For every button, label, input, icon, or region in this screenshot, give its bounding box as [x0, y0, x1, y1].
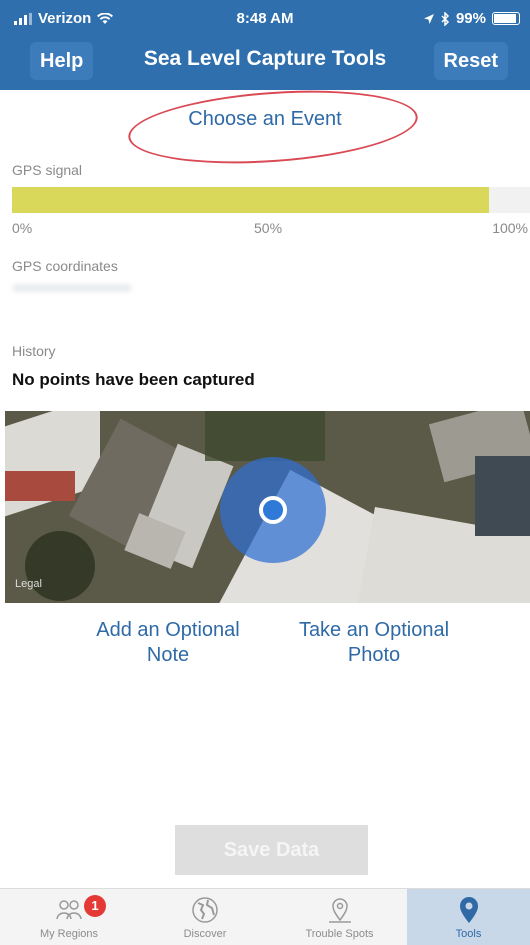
map-roof — [475, 456, 530, 536]
add-note-line2: Note — [146, 644, 190, 666]
tab-label: Trouble Spots — [305, 928, 374, 940]
globe-icon — [192, 897, 218, 923]
gps-scale-min: 0% — [12, 220, 33, 236]
map-pin-icon — [328, 898, 351, 923]
battery-percent: 99% — [455, 10, 486, 27]
gps-scale-mid: 50% — [254, 220, 283, 236]
tab-label: Tools — [455, 928, 482, 940]
take-photo-button[interactable]: Take an Optional Photo — [284, 618, 464, 668]
tab-label: Discover — [183, 928, 227, 940]
current-location-dot — [259, 496, 287, 524]
add-note-button[interactable]: Add an Optional Note — [78, 618, 258, 668]
history-text: No points have been captured — [12, 370, 255, 389]
tab-trouble-spots[interactable]: Trouble Spots — [272, 889, 407, 945]
add-note-line1: Add an Optional — [96, 619, 240, 641]
header: Verizon 8:48 AM 99% Help Sea Level Captu… — [0, 0, 530, 90]
notification-badge: 1 — [84, 895, 106, 917]
tab-tools[interactable]: Tools — [407, 889, 530, 945]
status-right: 99% — [423, 10, 520, 27]
save-data-button[interactable]: Save Data — [175, 825, 368, 875]
location-arrow-icon — [423, 13, 434, 24]
status-bar: Verizon 8:48 AM 99% — [0, 0, 530, 36]
map-roof — [5, 471, 75, 501]
gps-signal-bar — [12, 187, 530, 213]
battery-icon — [492, 12, 520, 25]
gps-coordinates-label: GPS coordinates — [12, 258, 118, 274]
map-trees — [205, 411, 325, 461]
gps-signal-fill — [12, 187, 489, 213]
gps-scale-max: 100% — [492, 220, 528, 236]
take-photo-line2: Photo — [347, 644, 401, 666]
tab-bar: 1 My Regions Discover Trouble Spots Tool… — [0, 888, 530, 945]
tab-label: My Regions — [39, 928, 99, 940]
tab-discover[interactable]: Discover — [138, 889, 272, 945]
bluetooth-icon — [441, 11, 450, 26]
take-photo-line1: Take an Optional — [298, 619, 450, 641]
reset-button[interactable]: Reset — [433, 42, 508, 80]
gps-signal-label: GPS signal — [12, 162, 83, 178]
map-legal-link[interactable]: Legal — [15, 578, 42, 590]
gps-coordinates-value — [12, 284, 132, 292]
map-trees — [25, 531, 95, 601]
history-label: History — [12, 343, 56, 359]
annotation-circle — [125, 81, 421, 173]
people-icon — [56, 900, 82, 920]
tab-my-regions[interactable]: 1 My Regions — [0, 889, 138, 945]
location-pin-icon — [459, 897, 478, 923]
